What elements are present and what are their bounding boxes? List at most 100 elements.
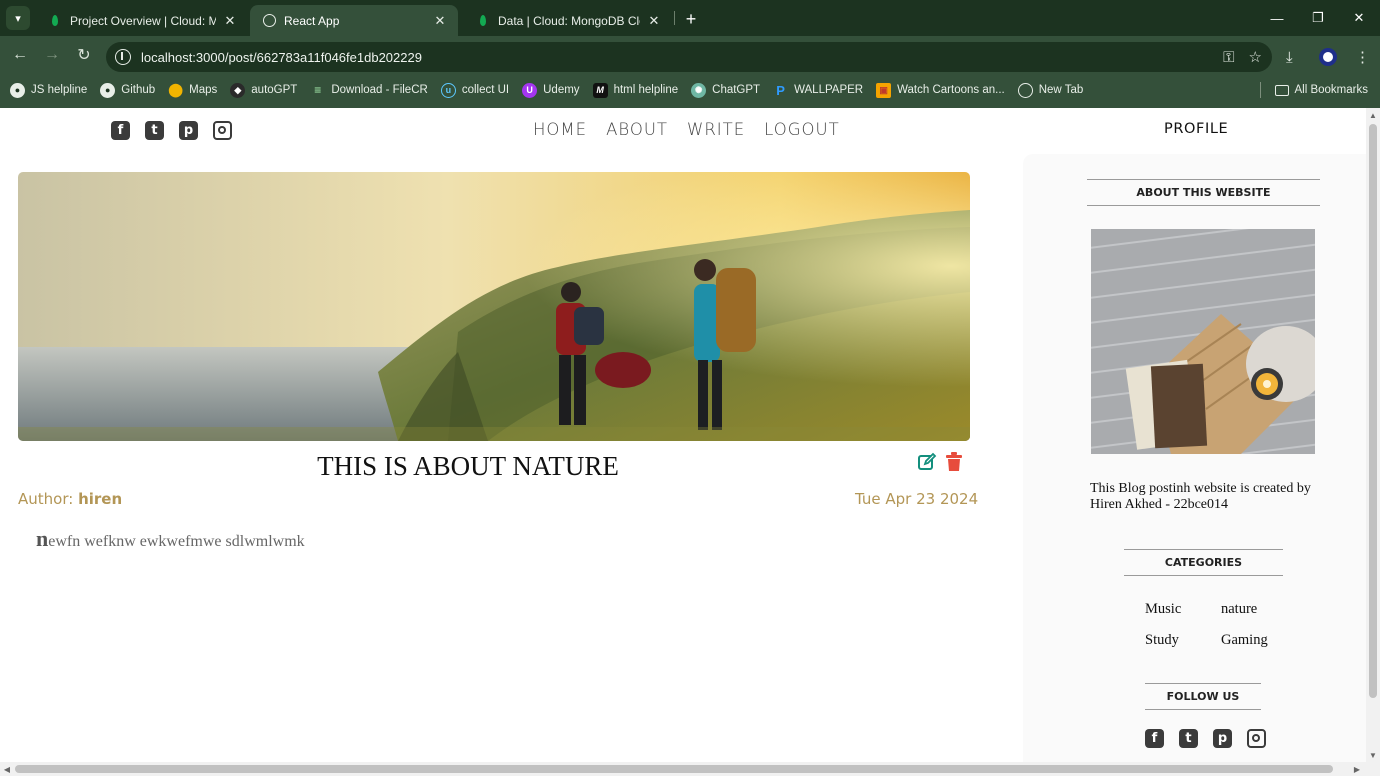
drop-cap: n — [36, 526, 49, 551]
reload-button[interactable]: ↻ — [71, 42, 97, 68]
wallpaper-icon: P — [776, 82, 785, 98]
m-logo-icon: M — [592, 82, 608, 98]
category-link[interactable]: Gaming — [1221, 632, 1297, 649]
site-info-icon[interactable] — [108, 42, 138, 72]
post-description-text: ewfn wefknw ewkwefmwe sdlwmlwmk — [48, 533, 305, 550]
about-website-title: ABOUT THIS WEBSITE — [1087, 179, 1320, 206]
vertical-scrollbar[interactable]: ▲ ▼ — [1366, 108, 1380, 762]
bookmark-udemy[interactable]: U Udemy — [522, 82, 580, 98]
nav-write[interactable]: WRITE — [687, 120, 745, 139]
post-hero-image — [18, 172, 970, 441]
category-link[interactable]: Music — [1145, 601, 1221, 618]
all-bookmarks-button[interactable]: All Bookmarks — [1274, 72, 1368, 108]
nav-profile[interactable]: PROFILE — [1164, 121, 1228, 137]
mongodb-leaf-icon — [476, 14, 490, 28]
bookmark-filecr[interactable]: ≡ Download - FileCR — [310, 83, 428, 98]
tab-title: Project Overview | Cloud: Mon — [70, 13, 216, 28]
collectui-icon: u — [440, 82, 456, 98]
bookmark-star-icon[interactable]: ☆ — [1249, 48, 1262, 66]
nav-about[interactable]: ABOUT — [606, 120, 668, 139]
folder-icon — [1274, 84, 1289, 96]
mongodb-leaf-icon — [48, 14, 62, 28]
twitter-square-icon[interactable]: t — [1179, 729, 1198, 748]
forward-button[interactable]: → — [39, 42, 65, 68]
bookmark-github[interactable]: ● Github — [100, 82, 155, 98]
back-button[interactable]: ← — [7, 42, 33, 68]
bookmarks-bar: ● JS helpline ● Github ⬤ Maps ◆ autoGPT ≡ Dow… — [0, 72, 1380, 108]
post-actions — [917, 452, 963, 477]
close-icon[interactable]: ✕ — [646, 13, 662, 29]
tab-divider — [674, 11, 675, 25]
github-icon: ● — [100, 82, 116, 98]
globe-icon — [262, 14, 276, 28]
facebook-square-icon[interactable]: f — [111, 121, 130, 140]
bookmark-wallpaper[interactable]: P WALLPAPER — [773, 83, 863, 98]
restore-button[interactable]: ❐ — [1305, 6, 1331, 30]
post-description: newfn wefknw ewkwefmwe sdlwmlwmk — [36, 526, 305, 552]
edit-icon[interactable] — [917, 452, 937, 477]
minimize-button[interactable]: ― — [1264, 6, 1290, 30]
browser-menu-icon[interactable]: ⋮ — [1355, 42, 1370, 72]
header-social-icons: f t p — [111, 121, 232, 140]
chatgpt-icon: ✺ — [691, 82, 707, 98]
scroll-left-arrow-icon[interactable]: ◀ — [0, 762, 14, 776]
tab-search-button[interactable]: ▾ — [6, 6, 30, 30]
downloads-icon[interactable]: ⤓ — [1286, 42, 1293, 72]
bookmark-maps[interactable]: ⬤ Maps — [168, 82, 217, 98]
scroll-up-arrow-icon[interactable]: ▲ — [1366, 108, 1380, 122]
close-window-button[interactable]: ✕ — [1346, 6, 1372, 30]
sidebar-social-icons: f t p — [1145, 729, 1266, 748]
globe-icon — [1017, 82, 1033, 98]
tab-data-mongodb[interactable]: Data | Cloud: MongoDB Cloud ✕ — [464, 5, 672, 36]
category-link[interactable]: Study — [1145, 632, 1221, 649]
post-date: Tue Apr 23 2024 — [855, 490, 979, 508]
author-link[interactable]: hiren — [78, 490, 122, 508]
pinterest-square-icon[interactable]: p — [179, 121, 198, 140]
facebook-square-icon[interactable]: f — [1145, 729, 1164, 748]
about-website-text: This Blog postinh website is created by … — [1090, 481, 1311, 512]
bookmark-new-tab[interactable]: New Tab — [1017, 82, 1083, 98]
close-icon[interactable]: ✕ — [222, 13, 238, 29]
nav-logout[interactable]: LOGOUT — [764, 120, 840, 139]
twitter-square-icon[interactable]: t — [145, 121, 164, 140]
web-page: f t p HOME ABOUT WRITE LOGOUT PROFILE TH… — [0, 108, 1366, 762]
categories-title: CATEGORIES — [1124, 549, 1283, 576]
bookmark-js-helpline[interactable]: ● JS helpline — [10, 82, 87, 98]
maps-pin-icon: ⬤ — [168, 82, 183, 97]
sidebar-image — [1091, 229, 1315, 454]
post-author: Author: hiren — [18, 490, 123, 508]
horizontal-scroll-thumb[interactable] — [15, 765, 1333, 773]
bookmark-chatgpt[interactable]: ✺ ChatGPT — [691, 82, 760, 98]
category-link[interactable]: nature — [1221, 601, 1297, 618]
bookmark-autogpt[interactable]: ◆ autoGPT — [230, 82, 297, 98]
sidebar: ABOUT THIS WEBSITE This Blog postinh web… — [1023, 154, 1366, 762]
bookmark-html-helpline[interactable]: Mhtml helpline — [592, 82, 678, 98]
instagram-icon[interactable] — [1247, 729, 1266, 748]
instagram-icon[interactable] — [213, 121, 232, 140]
scroll-right-arrow-icon[interactable]: ▶ — [1350, 762, 1364, 776]
bookmark-collect-ui[interactable]: u collect UI — [440, 82, 509, 98]
bookmark-cartoons[interactable]: ▣ Watch Cartoons an... — [876, 82, 1005, 98]
close-icon[interactable]: ✕ — [432, 13, 448, 29]
post-title: THIS IS ABOUT NATURE — [317, 451, 619, 481]
horizontal-scrollbar[interactable]: ◀ ▶ — [0, 762, 1380, 776]
password-key-icon[interactable]: ⚿ — [1223, 49, 1234, 66]
tab-react-app[interactable]: React App ✕ — [250, 5, 458, 36]
profile-avatar[interactable] — [1319, 42, 1337, 72]
new-tab-button[interactable]: + — [680, 8, 702, 30]
github-icon: ● — [10, 82, 25, 98]
cartoons-icon: ▣ — [876, 82, 892, 98]
bookmarks-divider — [1260, 82, 1261, 98]
follow-us-title: FOLLOW US — [1145, 683, 1261, 710]
tab-title: React App — [284, 13, 340, 28]
scroll-down-arrow-icon[interactable]: ▼ — [1366, 748, 1380, 762]
tab-title: Data | Cloud: MongoDB Cloud — [498, 13, 640, 28]
pinterest-square-icon[interactable]: p — [1213, 729, 1232, 748]
address-bar[interactable]: localhost:3000/post/662783a11f046fe1db20… — [106, 42, 1272, 72]
tab-project-overview[interactable]: Project Overview | Cloud: Mon ✕ — [36, 5, 248, 36]
url-text[interactable]: localhost:3000/post/662783a11f046fe1db20… — [141, 50, 422, 65]
nav-home[interactable]: HOME — [533, 120, 587, 139]
trash-icon[interactable] — [945, 452, 963, 477]
filecr-icon: ≡ — [314, 83, 322, 97]
vertical-scroll-thumb[interactable] — [1369, 124, 1377, 698]
